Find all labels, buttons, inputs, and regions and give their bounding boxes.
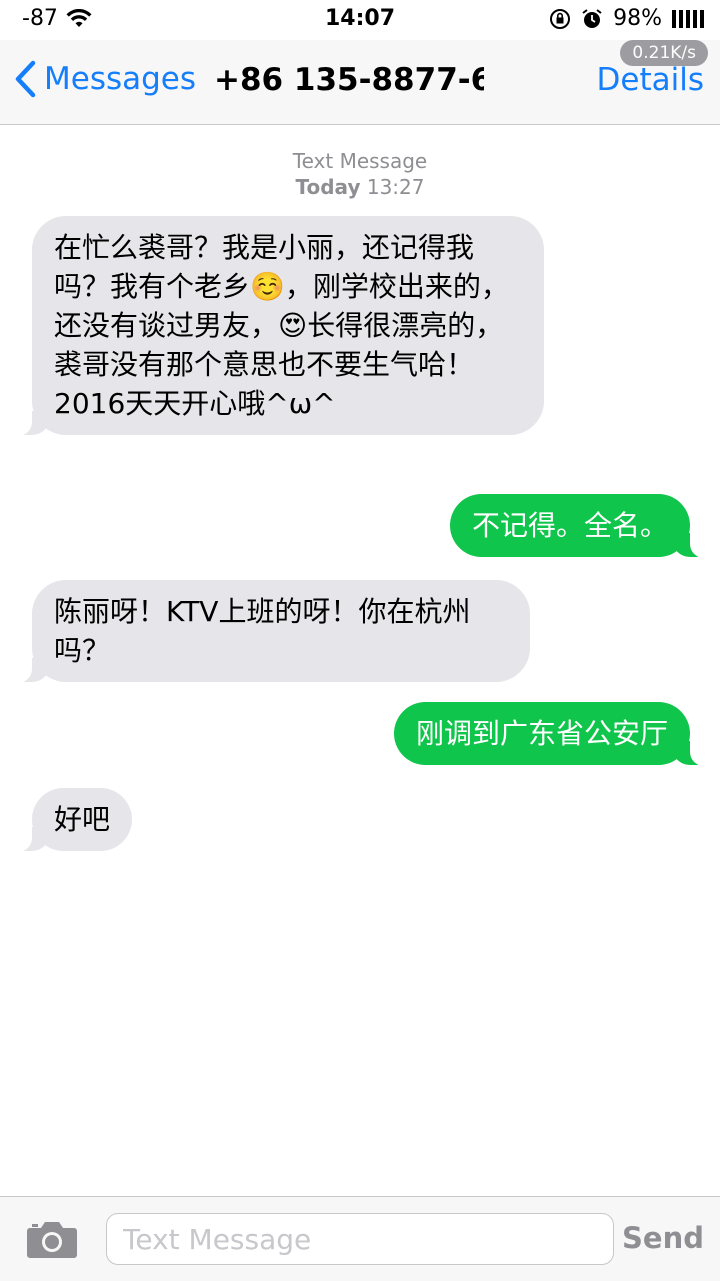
camera-icon [27,1222,77,1258]
timestamp-day: Today [295,175,361,199]
alarm-icon [581,8,603,30]
details-button[interactable]: Details [597,62,704,98]
thread-header: Text Message Today 13:27 [0,148,720,200]
timestamp-time: 13:27 [366,175,425,199]
status-right: 98% [549,6,704,31]
message-bubble-outgoing[interactable]: 刚调到广东省公安厅 [393,702,709,766]
nav-bar: Messages +86 135-8877-67 0.21K/s Details [0,40,720,125]
message-bubble-incoming[interactable]: 好吧 [13,788,133,852]
back-label: Messages [44,61,197,97]
camera-button[interactable] [26,1219,78,1263]
message-bubble-outgoing[interactable]: 不记得。全名。 [449,494,709,558]
message-bubble-incoming[interactable]: 在忙么裘哥？我是小丽，还记得我吗？我有个老乡☺️，刚学校出来的，还没有谈过男友，… [14,216,544,436]
status-bar: -87 14:07 98% [0,0,720,40]
rotation-lock-icon [549,8,571,30]
contact-title: +86 135-8877-67 [214,62,484,98]
chevron-left-icon [15,60,36,98]
timestamp: Today 13:27 [0,174,720,200]
send-button[interactable]: Send [622,1221,704,1255]
message-type-label: Text Message [292,149,428,173]
battery-percent: 98% [613,6,662,31]
battery-icon [672,9,704,28]
back-button[interactable]: Messages [14,60,196,98]
composer-bar: Send [0,1196,720,1281]
message-bubble-incoming[interactable]: 陈丽呀！KTV上班的呀！你在杭州吗？ [14,580,530,683]
message-input[interactable] [106,1213,614,1265]
